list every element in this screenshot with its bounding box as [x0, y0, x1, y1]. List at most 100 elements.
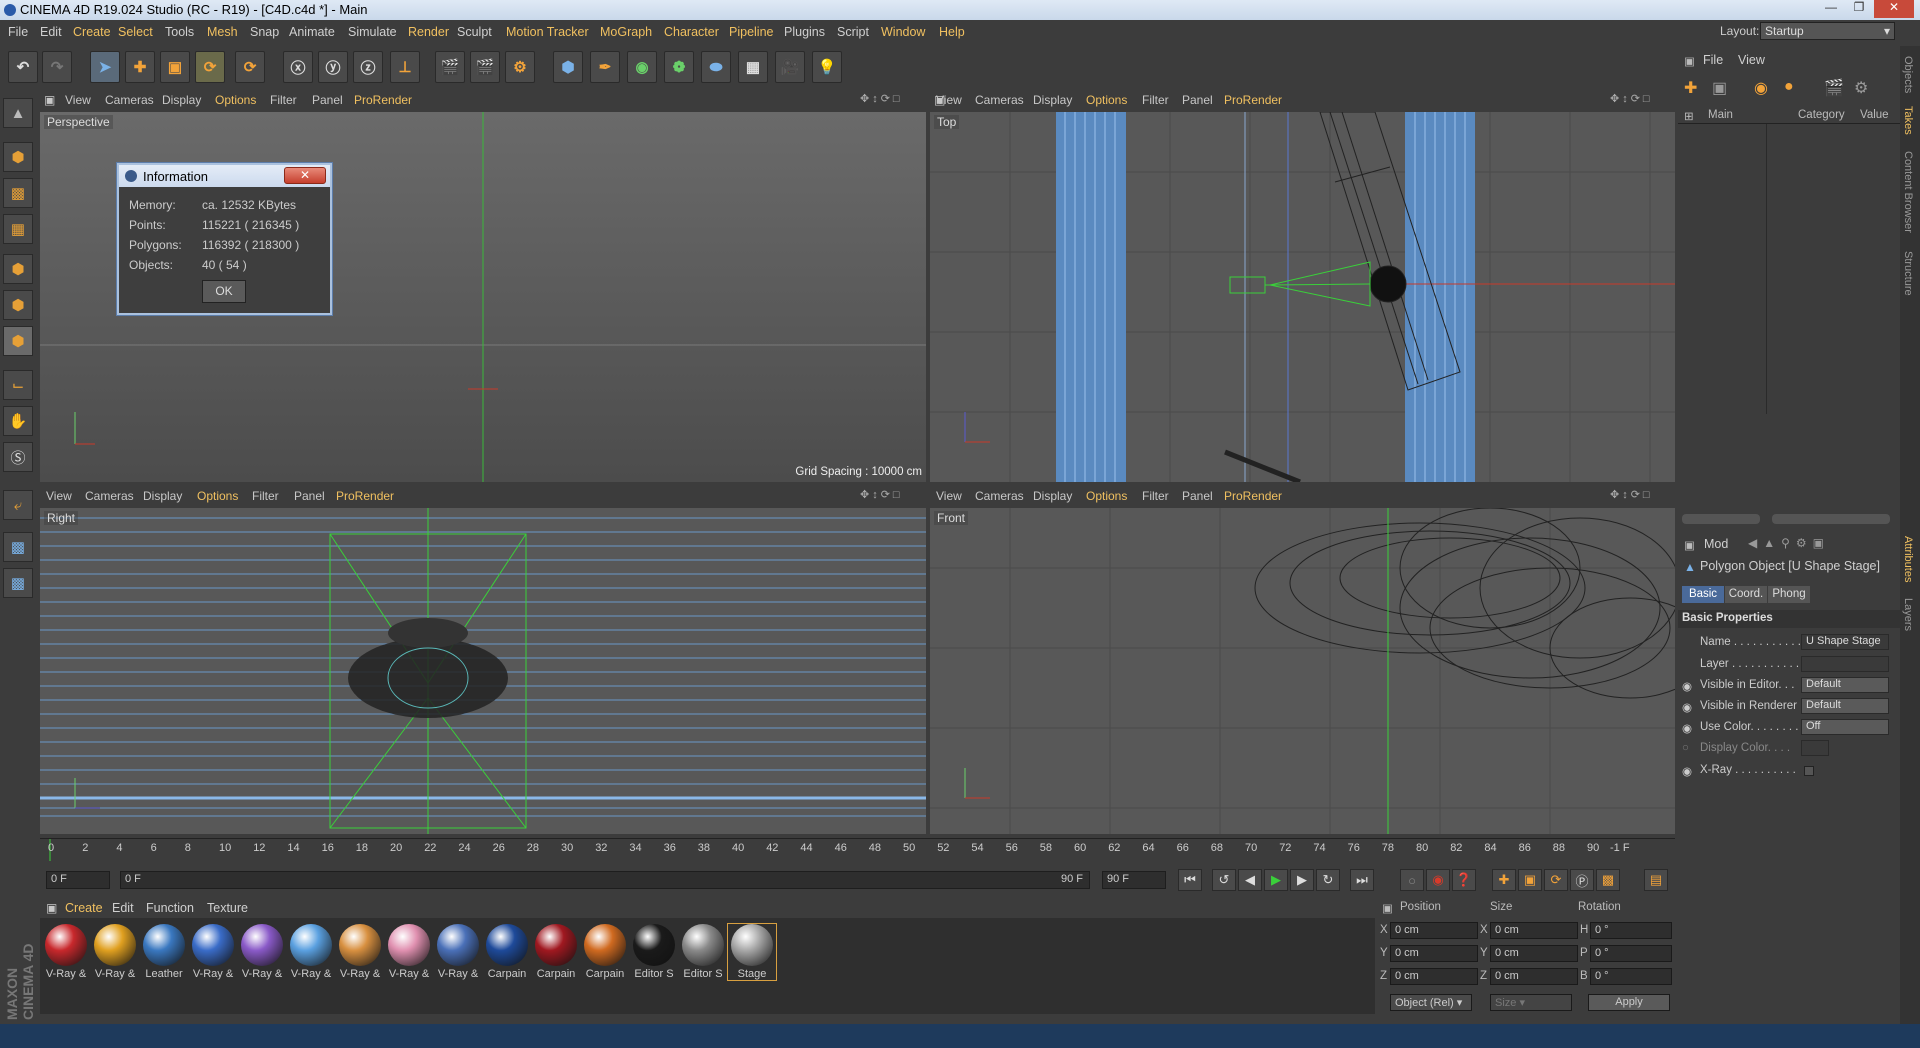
top-viewport[interactable]: Top	[930, 112, 1675, 482]
radio-icon[interactable]: ◉	[1682, 700, 1692, 714]
tab-attributes[interactable]: Attributes	[1902, 536, 1914, 582]
timeline-ruler[interactable]: 0 2 4 6 8 10 12 14 16 18 20 22 24 26 28 30 32 34 36 38 40 42 4…	[40, 838, 1675, 861]
y-axis-icon[interactable]: ⓨ	[318, 51, 348, 83]
take-settings-icon[interactable]: ⚙	[1854, 78, 1868, 98]
render-view-icon[interactable]: 🎬	[435, 51, 465, 83]
menu-motion-tracker[interactable]: Motion Tracker	[506, 25, 589, 39]
deformer-icon[interactable]: ⬬	[701, 51, 731, 83]
layout-select[interactable]: Startup ▾	[1760, 22, 1895, 40]
vp-panel-menu[interactable]: Panel	[1182, 489, 1213, 503]
render-to-picture-viewer-icon[interactable]: 🎬	[470, 51, 500, 83]
end-frame-field[interactable]: 90 F	[1102, 871, 1166, 889]
vp-options-menu[interactable]: Options	[197, 489, 238, 503]
record-disabled-icon[interactable]: ○	[1400, 869, 1424, 891]
menu-snap[interactable]: Snap	[250, 25, 279, 39]
use-color-select[interactable]: Off	[1801, 719, 1889, 735]
polygons-mode-icon[interactable]: ⬢	[3, 326, 33, 356]
prev-key-icon[interactable]: ↺	[1212, 869, 1236, 891]
cloner-icon[interactable]: ❁	[664, 51, 694, 83]
ok-button[interactable]: OK	[202, 280, 246, 303]
pos-z-field[interactable]: 0 cm	[1390, 968, 1478, 985]
size-x-field[interactable]: 0 cm	[1490, 922, 1578, 939]
vp-cameras-menu[interactable]: Cameras	[975, 93, 1024, 107]
vp-panel-menu[interactable]: Panel	[294, 489, 325, 503]
vp-cameras-menu[interactable]: Cameras	[975, 489, 1024, 503]
expand-icon[interactable]: ⊞	[1684, 109, 1694, 123]
menu-pipeline[interactable]: Pipeline	[729, 25, 773, 39]
vp-prorender-menu[interactable]: ProRender	[1224, 489, 1282, 503]
viewport-nav-icons[interactable]: ✥↕⟳□	[1610, 488, 1653, 501]
coord-mode-select[interactable]: Object (Rel) ▾	[1390, 994, 1472, 1011]
vp-options-menu[interactable]: Options	[1086, 93, 1127, 107]
tab-coord[interactable]: Coord.	[1725, 586, 1767, 603]
snap-settings-icon[interactable]: Ⓢ	[3, 442, 33, 472]
material-swatch[interactable]: V-Ray &	[91, 924, 139, 980]
viewport-nav-icons[interactable]: ✥↕⟳□	[860, 92, 903, 105]
take-clone-icon[interactable]: ▣	[1712, 78, 1727, 98]
material-swatch[interactable]: Editor S	[679, 924, 727, 980]
tab-takes[interactable]: Takes	[1902, 106, 1914, 135]
material-swatch[interactable]: V-Ray &	[287, 924, 335, 980]
material-swatch[interactable]: Editor S	[630, 924, 678, 980]
material-swatch[interactable]: V-Ray &	[336, 924, 384, 980]
subdivision-surface-icon[interactable]: ◉	[627, 51, 657, 83]
edges-mode-icon[interactable]: ⬢	[3, 290, 33, 320]
xray-checkbox[interactable]	[1804, 766, 1814, 776]
tab-content-browser[interactable]: Content Browser	[1902, 151, 1914, 233]
visible-renderer-select[interactable]: Default	[1801, 698, 1889, 714]
tweak-mode-icon[interactable]: ✋	[3, 406, 33, 436]
vp-display-menu[interactable]: Display	[1033, 489, 1072, 503]
apply-button[interactable]: Apply	[1588, 994, 1670, 1011]
planar-workplane-icon[interactable]: ▩	[3, 568, 33, 598]
vp-filter-menu[interactable]: Filter	[270, 93, 297, 107]
tab-basic[interactable]: Basic	[1682, 586, 1724, 603]
vp-display-menu[interactable]: Display	[162, 93, 201, 107]
material-swatch[interactable]: Carpain	[532, 924, 580, 980]
attr-mode-menu[interactable]: Mod	[1704, 537, 1728, 551]
key-position-icon[interactable]: ✚	[1492, 869, 1516, 891]
vp-prorender-menu[interactable]: ProRender	[336, 489, 394, 503]
z-axis-icon[interactable]: ⓩ	[353, 51, 383, 83]
vp-options-menu[interactable]: Options	[215, 93, 256, 107]
viewport-nav-icons[interactable]: ✥↕⟳□	[860, 488, 903, 501]
vp-cameras-menu[interactable]: Cameras	[105, 93, 154, 107]
vp-display-menu[interactable]: Display	[1033, 93, 1072, 107]
vp-prorender-menu[interactable]: ProRender	[1224, 93, 1282, 107]
key-rotation-icon[interactable]: ⟳	[1544, 869, 1568, 891]
override-icon[interactable]: ◉	[1754, 78, 1768, 98]
rot-b-field[interactable]: 0 °	[1590, 968, 1672, 985]
vp-prorender-menu[interactable]: ProRender	[354, 93, 412, 107]
radio-icon[interactable]: ◉	[1682, 764, 1692, 778]
maximize-button[interactable]: ❐	[1846, 0, 1872, 18]
vp-view-menu[interactable]: View	[65, 93, 91, 107]
current-frame-field[interactable]: 0 F	[46, 871, 110, 889]
axis-mode-icon[interactable]: ⌙	[3, 370, 33, 400]
vp-cameras-menu[interactable]: Cameras	[85, 489, 134, 503]
go-to-start-icon[interactable]: ⏮	[1178, 869, 1202, 891]
select-tool-icon[interactable]: ➤	[90, 51, 120, 83]
texture-mode-icon[interactable]: ▩	[3, 178, 33, 208]
display-color-swatch[interactable]	[1801, 740, 1829, 756]
vp-filter-menu[interactable]: Filter	[1142, 93, 1169, 107]
prev-frame-icon[interactable]: ◀	[1238, 869, 1262, 891]
pos-y-field[interactable]: 0 cm	[1390, 945, 1478, 962]
menu-select[interactable]: Select	[118, 25, 153, 39]
next-key-icon[interactable]: ↻	[1316, 869, 1340, 891]
menu-file[interactable]: File	[8, 25, 28, 39]
menu-plugins[interactable]: Plugins	[784, 25, 825, 39]
workplane-icon[interactable]: ▦	[3, 214, 33, 244]
size-z-field[interactable]: 0 cm	[1490, 968, 1578, 985]
radio-icon[interactable]: ◉	[1682, 679, 1692, 693]
tab-structure[interactable]: Structure	[1902, 251, 1914, 296]
frame-range-slider[interactable]: 0 F 90 F	[120, 871, 1090, 889]
timeline-layout-icon[interactable]: ▤	[1644, 869, 1668, 891]
light-icon[interactable]: 💡	[812, 51, 842, 83]
vp-filter-menu[interactable]: Filter	[252, 489, 279, 503]
menu-simulate[interactable]: Simulate	[348, 25, 397, 39]
render-take-icon[interactable]: 🎬	[1824, 78, 1844, 98]
vp-filter-menu[interactable]: Filter	[1142, 489, 1169, 503]
objects-file-menu[interactable]: File	[1703, 53, 1723, 67]
material-swatch[interactable]: V-Ray &	[434, 924, 482, 980]
go-to-end-icon[interactable]: ⏭	[1350, 869, 1374, 891]
lock-workplane-icon[interactable]: ▩	[3, 532, 33, 562]
